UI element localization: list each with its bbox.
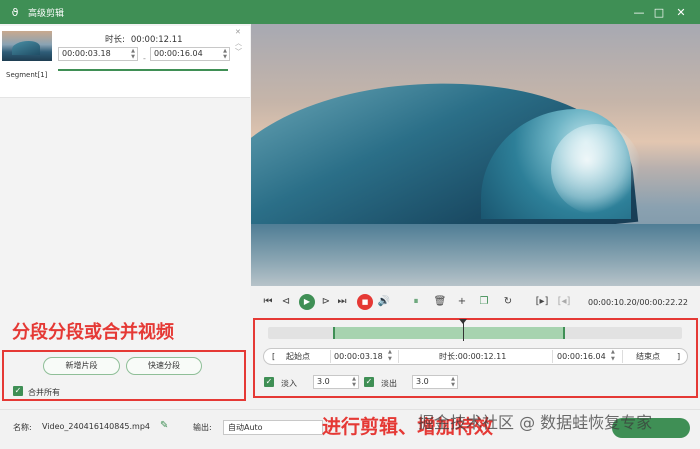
range-duration: 时长:00:00:12.11 [439, 349, 506, 364]
segment-start-input[interactable]: 00:00:03.18 ▲ ▼ [58, 47, 138, 61]
fade-out-value: 3.0 [416, 377, 429, 386]
segment-end-value: 00:00:16.04 [154, 49, 203, 58]
mark-in-icon[interactable]: [▸] [535, 295, 549, 309]
range-end-value[interactable]: 00:00:16.04 [557, 349, 606, 364]
merge-all-label: 合并所有 [28, 388, 60, 397]
range-bar: [ 起始点 00:00:03.18 ▲ ▼ 时长:00:00:12.11 00:0… [263, 348, 688, 365]
timeline-selection[interactable] [333, 327, 565, 339]
output-label: 输出: [193, 423, 212, 432]
divider [330, 350, 331, 363]
end-point-button[interactable]: 结束点 [636, 349, 660, 364]
range-start-value[interactable]: 00:00:03.18 [334, 349, 383, 364]
watermark: 掘金技术社区 @ 数据蛙恢复专家 [418, 413, 653, 432]
output-select-value: 自动Auto [228, 423, 263, 432]
close-icon[interactable]: ✕ [670, 0, 692, 24]
move-down-icon[interactable]: ﹀ [235, 47, 242, 57]
spinner-icon[interactable]: ▲ ▼ [611, 349, 615, 364]
spinner-icon[interactable]: ▲ ▼ [388, 349, 392, 364]
copy-icon[interactable]: ❐ [477, 295, 491, 309]
skip-to-end-icon[interactable]: ⏭ [335, 295, 349, 309]
name-label: 名称: [13, 423, 32, 432]
volume-icon[interactable]: 🔊 [377, 295, 391, 309]
segment-thumbnail [2, 31, 52, 61]
play-button[interactable]: ▶ [299, 294, 315, 310]
file-name: Video_240416140845.mp4 [42, 422, 150, 431]
remove-segment-icon[interactable]: ✕ [235, 28, 241, 36]
start-point-button[interactable]: 起始点 [286, 349, 310, 364]
fade-in-input[interactable]: 3.0 ▲ ▼ [313, 375, 359, 389]
minimize-icon[interactable]: — [628, 0, 650, 24]
range-duration-label: 时长: [439, 352, 458, 361]
segment-start-value: 00:00:03.18 [62, 49, 111, 58]
mark-out-icon[interactable]: [◂] [557, 295, 571, 309]
divider [552, 350, 553, 363]
segment-duration: 时长: 00:00:12.11 [105, 33, 183, 45]
prev-frame-icon[interactable]: ⊲ [279, 295, 293, 309]
fade-out-input[interactable]: 3.0 ▲ ▼ [412, 375, 458, 389]
add-icon[interactable]: + [455, 295, 469, 309]
segment-end-input[interactable]: 00:00:16.04 ▲ ▼ [150, 47, 230, 61]
fade-in-value: 3.0 [317, 377, 330, 386]
next-frame-icon[interactable]: ⊳ [319, 295, 333, 309]
output-select[interactable]: 自动Auto [223, 420, 323, 435]
app-logo-icon: ϑ [11, 5, 19, 19]
preview-foam [551, 124, 641, 214]
fade-in-checkbox[interactable]: ✓ [264, 377, 274, 387]
preview-sea [251, 224, 700, 286]
maximize-icon[interactable]: □ [648, 0, 670, 24]
reset-icon[interactable]: ↻ [501, 295, 515, 309]
range-open-bracket: [ [272, 352, 276, 361]
split-icon[interactable]: ⏸ [409, 295, 423, 309]
quick-split-button[interactable]: 快速分段 [126, 357, 202, 375]
spinner-icon[interactable]: ▲ ▼ [223, 48, 227, 60]
segment-duration-value: 00:00:12.11 [130, 35, 183, 45]
divider [398, 350, 399, 363]
left-annotation: 分段分段或合并视频 [12, 322, 174, 343]
spinner-icon[interactable]: ▲ ▼ [451, 376, 455, 388]
segment-separator: - [143, 54, 146, 63]
video-preview [251, 24, 700, 286]
new-segment-button[interactable]: 新增片段 [43, 357, 120, 375]
segment-item[interactable]: Segment[1] 时长: 00:00:12.11 00:00:03.18 ▲ ▼… [0, 26, 250, 98]
stop-button[interactable]: ■ [357, 294, 373, 310]
range-duration-value: 00:00:12.11 [457, 352, 507, 361]
range-close-bracket: ] [677, 352, 681, 361]
edit-name-icon[interactable]: ✎ [160, 420, 168, 431]
fade-out-checkbox[interactable]: ✓ [364, 377, 374, 387]
spinner-icon[interactable]: ▲ ▼ [352, 376, 356, 388]
playhead[interactable] [463, 321, 464, 341]
delete-icon[interactable]: 🗑 [433, 295, 447, 309]
window-title: 高级剪辑 [28, 8, 65, 19]
divider [622, 350, 623, 363]
segment-label: Segment[1] [6, 71, 48, 79]
fade-out-label: 淡出 [381, 379, 397, 388]
title-bar: ϑ 高级剪辑 [0, 0, 700, 24]
skip-to-start-icon[interactable]: ⏮ [261, 295, 275, 309]
fade-in-label: 淡入 [281, 379, 297, 388]
merge-all-checkbox[interactable]: ✓ [13, 386, 23, 396]
time-readout: 00:00:10.20/00:00:22.22 [588, 298, 688, 307]
playhead-handle-icon[interactable] [459, 319, 467, 324]
player-controls: ⏮ ⊲ ▶ ⊳ ⏭ ■ 🔊 ⏸ 🗑 + ❐ ↻ [▸] [◂] 00:00:10… [251, 286, 700, 318]
segment-duration-label: 时长: [105, 35, 125, 45]
segment-progress-bar [58, 69, 228, 71]
spinner-icon[interactable]: ▲ ▼ [131, 48, 135, 60]
